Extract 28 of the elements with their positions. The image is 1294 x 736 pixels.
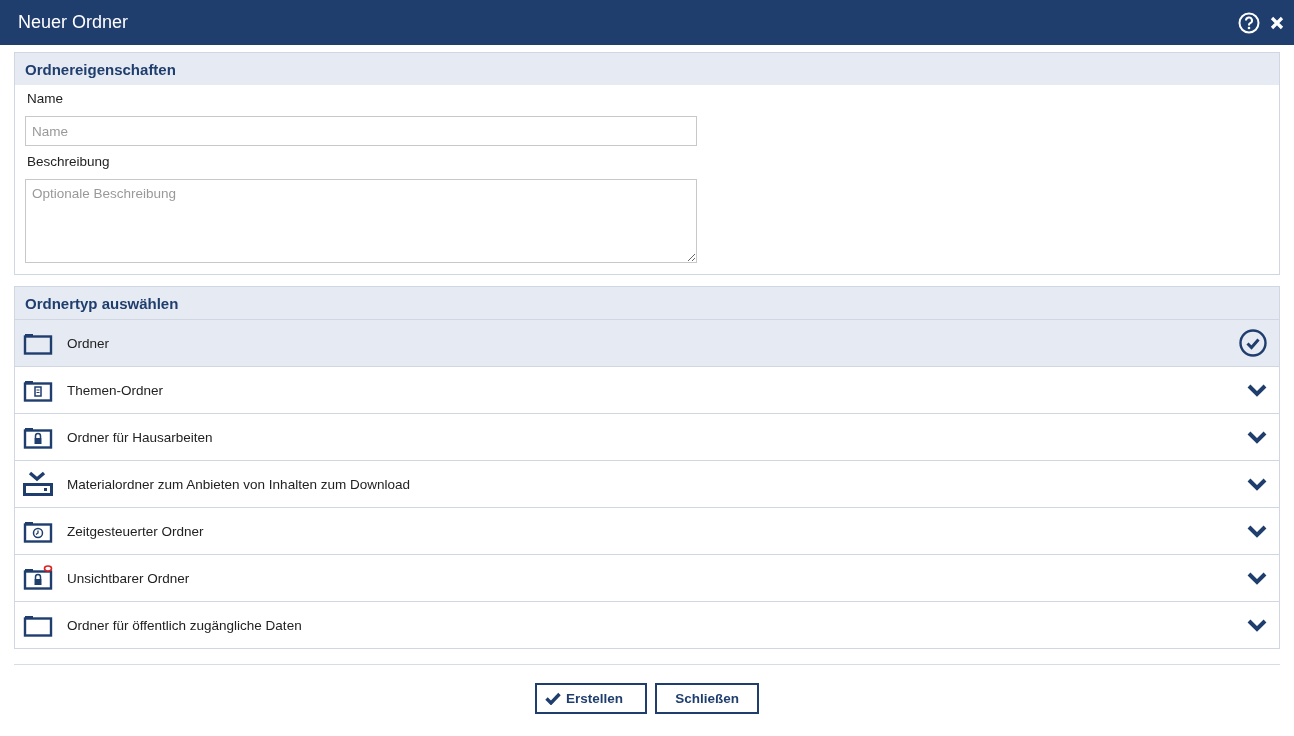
download-tray-icon: [23, 471, 53, 497]
folder-type-item[interactable]: Ordner für Hausarbeiten: [15, 413, 1279, 460]
folder-type-item[interactable]: Zeitgesteuerter Ordner: [15, 507, 1279, 554]
panel-heading: Ordnertyp auswählen: [25, 294, 179, 312]
help-icon[interactable]: [1238, 11, 1260, 34]
folder-type-item[interactable]: Unsichtbarer Ordner: [15, 554, 1279, 601]
chevron-down-icon: [1247, 430, 1267, 444]
field-label: Beschreibung: [27, 154, 111, 169]
folder-type-item[interactable]: Ordner: [15, 319, 1279, 366]
close-button[interactable]: Schließen: [655, 683, 759, 714]
chevron-down-icon: [1247, 524, 1267, 538]
description-input-field[interactable]: Optionale Beschreibung: [25, 179, 697, 263]
folder-type-item[interactable]: Themen-Ordner: [15, 366, 1279, 413]
checkmark-icon: [545, 692, 562, 705]
chevron-down-icon: [1247, 571, 1267, 585]
folder-type-item[interactable]: Materialordner zum Anbieten von Inhalten zum Download: [15, 460, 1279, 507]
name-input-field[interactable]: Name: [25, 116, 697, 146]
window-title: Neuer Ordner: [18, 12, 129, 33]
panel-heading: Ordnereigenschaften: [25, 60, 176, 78]
folder-lock-eye-icon: [23, 565, 53, 591]
chevron-down-icon: [1247, 383, 1267, 397]
close-icon[interactable]: [1270, 15, 1284, 30]
check-circle-icon: [1239, 329, 1267, 357]
chevron-down-icon: [1247, 618, 1267, 632]
create-button[interactable]: Erstellen: [535, 683, 648, 714]
folder-type-item[interactable]: Ordner für öffentlich zugängliche Daten: [15, 601, 1279, 648]
chevron-down-icon: [1247, 477, 1267, 491]
field-label: Name: [27, 91, 64, 106]
